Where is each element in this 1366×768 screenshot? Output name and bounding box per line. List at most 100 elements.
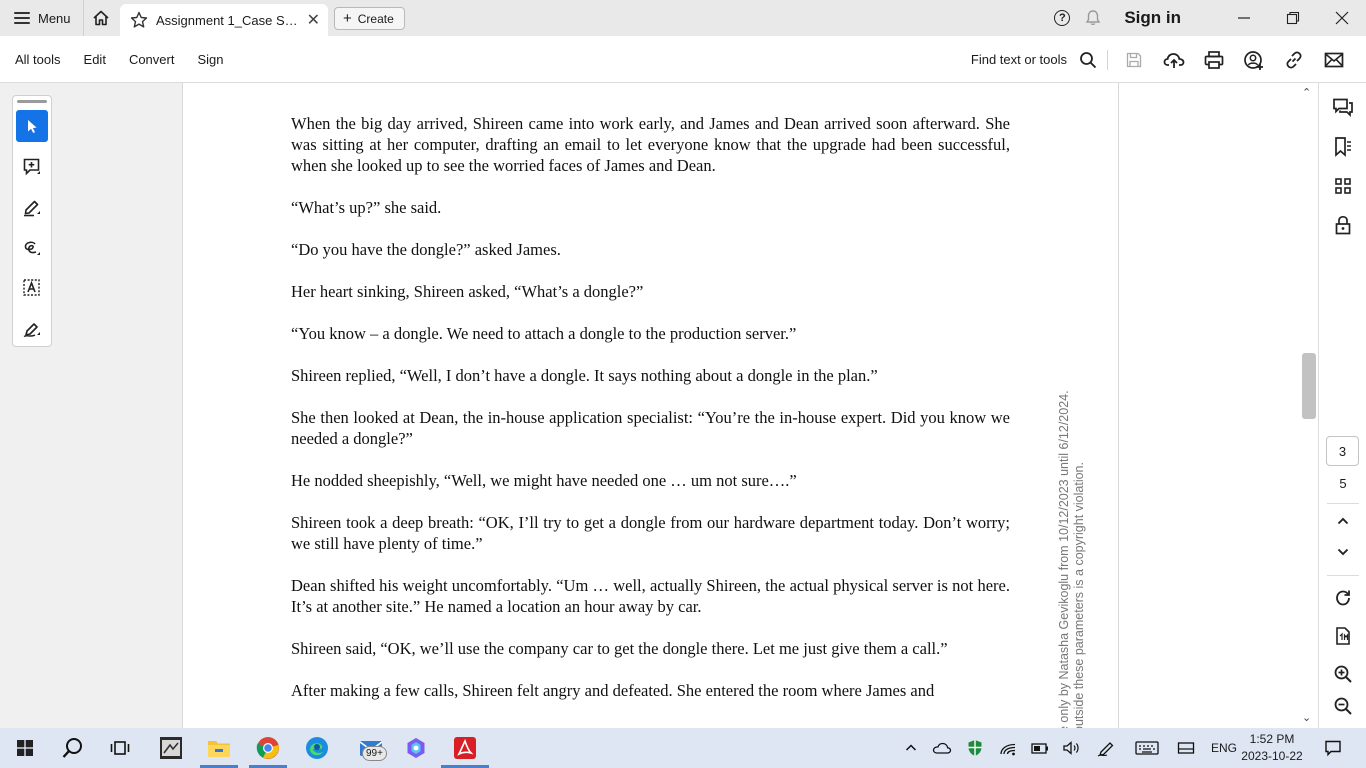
help-icon[interactable]: ? (1054, 10, 1071, 26)
taskbar-copilot[interactable] (399, 728, 433, 768)
document-tab[interactable]: Assignment 1_Case Stud... ✕ (120, 4, 328, 36)
highlight-pen-icon (24, 200, 40, 217)
previous-page-button[interactable] (1331, 509, 1355, 533)
copy-link-button[interactable] (1274, 40, 1314, 80)
search-icon (1080, 51, 1097, 68)
notification-center-button[interactable] (1318, 728, 1348, 768)
taskbar-file-explorer[interactable] (202, 728, 236, 768)
document-margin (1118, 83, 1318, 728)
cloud-upload-icon (1163, 52, 1185, 68)
thumbnails-panel-button[interactable] (1331, 174, 1355, 198)
pen-tray[interactable] (1095, 728, 1119, 768)
protect-panel-button[interactable] (1331, 213, 1355, 237)
rail-drag-handle[interactable] (17, 100, 47, 103)
highlight-tool-button[interactable] (16, 191, 48, 223)
wifi-icon (1000, 743, 1016, 756)
notification-bell-icon[interactable] (1084, 9, 1102, 27)
start-button[interactable] (8, 728, 42, 768)
text-recognition-button[interactable] (16, 272, 48, 304)
volume-tray[interactable] (1060, 728, 1082, 768)
plus-icon: + (343, 10, 352, 27)
pen-icon (1097, 742, 1114, 757)
bookmark-icon (1335, 137, 1351, 157)
search-button[interactable] (1075, 40, 1101, 80)
printer-icon (1204, 50, 1224, 69)
system-clock[interactable]: 1:52 PM 2023-10-22 (1240, 731, 1304, 765)
task-view-icon (110, 741, 130, 755)
taskbar-app-utility[interactable] (154, 728, 188, 768)
task-view-button[interactable] (103, 728, 137, 768)
sign-tool-button[interactable] (16, 312, 48, 344)
upload-cloud-button[interactable] (1154, 40, 1194, 80)
save-icon (1126, 52, 1142, 67)
watermark-line: outside these parameters is a copyright … (1072, 462, 1086, 728)
taskbar-chrome[interactable] (251, 728, 285, 768)
taskbar-edge[interactable] (300, 728, 334, 768)
draw-tool-button[interactable] (16, 232, 48, 264)
input-language[interactable]: ENG (1205, 728, 1243, 768)
menu-all-tools[interactable]: All tools (15, 52, 61, 67)
scrollbar-thumb[interactable] (1302, 353, 1316, 419)
toolbar-separator (1107, 49, 1108, 70)
bookmarks-panel-button[interactable] (1331, 135, 1355, 159)
email-button[interactable] (1314, 40, 1354, 80)
add-comment-button[interactable] (16, 151, 48, 183)
zoom-out-icon (1334, 697, 1352, 715)
copyright-watermark: e only by Natasha Gevikoglu from 10/12/2… (1051, 390, 1091, 728)
windows-taskbar: 99+ ENG 1:52 PM 2023-10-22 (0, 728, 1366, 768)
edge-browser-icon (306, 737, 328, 759)
close-tab-icon[interactable]: ✕ (307, 10, 320, 30)
display-tray[interactable] (1175, 728, 1197, 768)
menu-button[interactable]: Menu (0, 0, 83, 36)
sign-in-button[interactable]: Sign in (1124, 8, 1181, 28)
comments-panel-button[interactable] (1331, 96, 1355, 120)
wifi-tray[interactable] (997, 728, 1019, 768)
security-tray[interactable] (964, 728, 986, 768)
show-hidden-icons-button[interactable] (902, 728, 920, 768)
create-button[interactable]: + Create (334, 7, 405, 30)
restore-button[interactable] (1268, 0, 1317, 36)
rotate-view-button[interactable] (1331, 586, 1355, 610)
paragraph: “You know – a dongle. We need to attach … (291, 324, 797, 343)
close-icon (1335, 11, 1348, 25)
share-with-people-button[interactable] (1234, 40, 1274, 80)
taskbar-acrobat[interactable] (448, 728, 482, 768)
paragraph: After making a few calls, Shireen felt a… (291, 681, 935, 700)
search-taskbar-button[interactable] (56, 728, 90, 768)
menu-convert[interactable]: Convert (129, 52, 175, 67)
scroll-down-arrow-icon[interactable]: ⌄ (1302, 711, 1311, 724)
mail-icon (1324, 52, 1344, 67)
zoom-out-button[interactable] (1331, 694, 1355, 718)
touch-keyboard-tray[interactable] (1133, 728, 1161, 768)
add-comment-icon (23, 158, 40, 176)
user-add-icon (1244, 50, 1263, 70)
print-button[interactable] (1194, 40, 1234, 80)
taskbar-mail[interactable]: 99+ (352, 728, 392, 768)
title-bar: Menu Assignment 1_Case Stud... ✕ + Creat… (0, 0, 1366, 36)
minimize-button[interactable] (1219, 0, 1268, 36)
close-window-button[interactable] (1317, 0, 1366, 36)
page-fit-icon (1336, 627, 1350, 645)
home-button[interactable] (82, 0, 119, 36)
panel-separator (1327, 503, 1359, 504)
onedrive-tray[interactable] (931, 728, 953, 768)
next-page-button[interactable] (1331, 540, 1355, 564)
current-page-input[interactable]: 3 (1326, 436, 1359, 466)
zoom-in-button[interactable] (1331, 662, 1355, 686)
search-icon (62, 738, 82, 758)
find-text-or-tools[interactable]: Find text or tools (971, 52, 1067, 67)
create-label: Create (357, 11, 394, 26)
document-viewport[interactable]: When the big day arrived, Shireen came i… (183, 83, 1118, 728)
paragraph: Dean shifted his weight uncomfortably. “… (291, 576, 1010, 616)
star-icon[interactable] (130, 11, 148, 29)
menu-edit[interactable]: Edit (84, 52, 106, 67)
save-button[interactable] (1114, 40, 1154, 80)
fit-page-button[interactable] (1331, 624, 1355, 648)
device-tray[interactable] (1029, 728, 1051, 768)
display-icon (1177, 742, 1195, 754)
menu-sign[interactable]: Sign (197, 52, 223, 67)
copilot-icon (407, 738, 425, 758)
select-tool-button[interactable] (16, 110, 48, 142)
mail-unread-badge: 99+ (362, 746, 387, 761)
scroll-up-arrow-icon[interactable]: ⌃ (1302, 86, 1311, 99)
